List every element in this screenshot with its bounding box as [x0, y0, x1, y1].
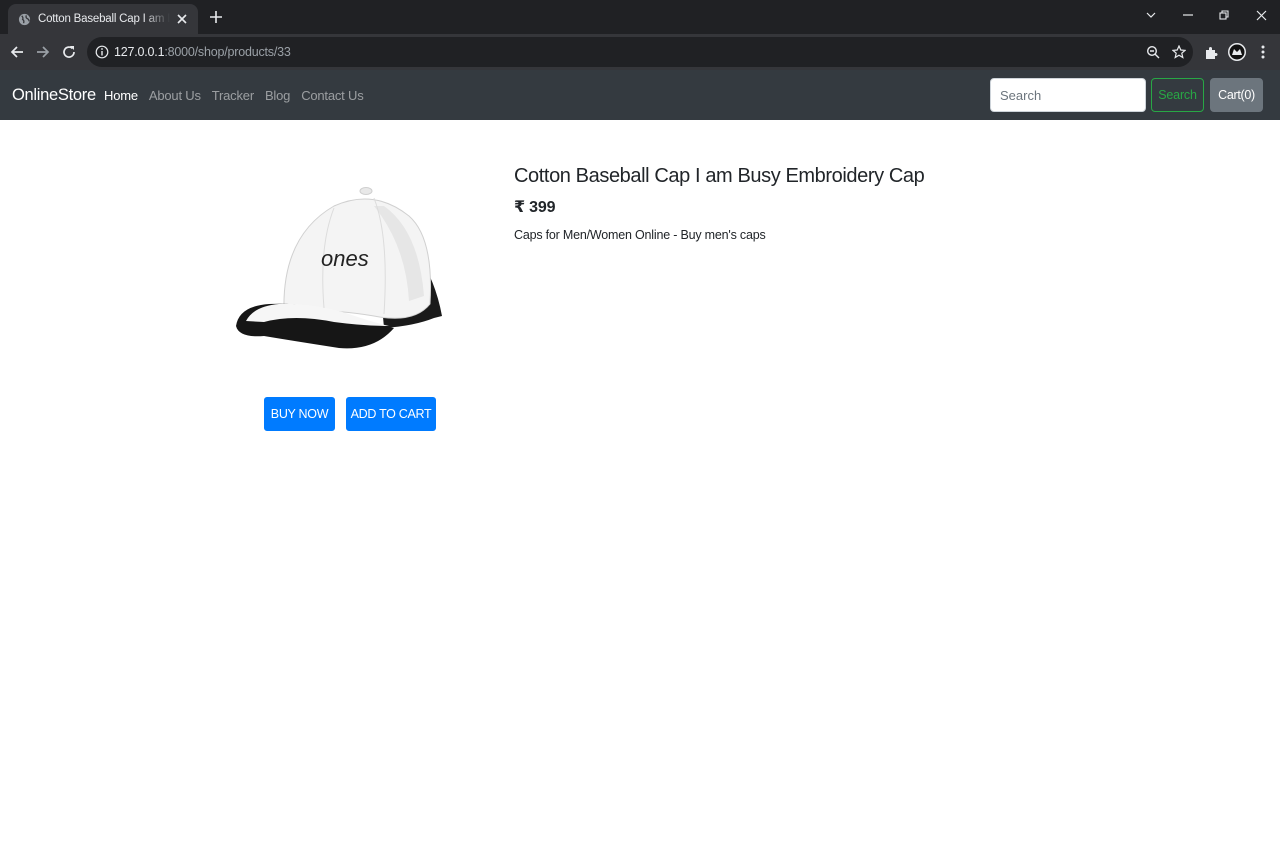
nav-link-contact[interactable]: Contact Us	[301, 88, 364, 103]
browser-tab[interactable]: Cotton Baseball Cap I am Busy Embroidery…	[8, 4, 198, 34]
product-image: ones	[224, 176, 454, 361]
site-info-icon[interactable]	[95, 45, 109, 59]
buy-now-button[interactable]: BUY NOW	[264, 397, 335, 431]
nav-link-about[interactable]: About Us	[149, 88, 201, 103]
product-description: Caps for Men/Women Online - Buy men's ca…	[514, 228, 766, 242]
nav-link-blog[interactable]: Blog	[265, 88, 290, 103]
reload-icon[interactable]	[57, 40, 81, 64]
browser-tabstrip: Cotton Baseball Cap I am Busy Embroidery…	[0, 0, 1280, 34]
globe-icon	[17, 12, 31, 26]
address-bar[interactable]: 127.0.0.1:8000/shop/products/33	[87, 37, 1193, 67]
cart-button[interactable]: Cart(0)	[1210, 78, 1263, 112]
back-icon[interactable]	[5, 40, 29, 64]
nav-links: Home About Us Tracker Blog Contact Us	[104, 88, 375, 103]
tab-title: Cotton Baseball Cap I am Busy Embroidery…	[38, 13, 170, 25]
tab-search-icon[interactable]	[1133, 3, 1169, 27]
cap-logo-text: ones	[321, 246, 369, 271]
new-tab-icon[interactable]	[205, 7, 227, 27]
nav-link-home[interactable]: Home	[104, 88, 138, 103]
zoom-icon[interactable]	[1145, 44, 1161, 60]
profile-avatar[interactable]	[1228, 43, 1246, 61]
close-tab-icon[interactable]	[174, 11, 190, 27]
minimize-icon[interactable]	[1170, 3, 1206, 27]
product-title: Cotton Baseball Cap I am Busy Embroidery…	[514, 165, 925, 187]
url-path: :8000/shop/products/33	[164, 45, 291, 59]
close-window-icon[interactable]	[1243, 3, 1279, 27]
search-input[interactable]	[990, 78, 1146, 112]
menu-dots-icon[interactable]	[1254, 43, 1272, 61]
search-button[interactable]: Search	[1151, 78, 1204, 112]
brand-logo[interactable]: OnlineStore	[12, 86, 96, 105]
url-host: 127.0.0.1	[114, 45, 165, 59]
site-navbar: OnlineStore Home About Us Tracker Blog C…	[0, 70, 1280, 120]
product-price: ₹ 399	[514, 199, 556, 216]
browser-toolbar: 127.0.0.1:8000/shop/products/33	[0, 34, 1280, 70]
add-to-cart-button[interactable]: ADD TO CART	[346, 397, 436, 431]
extensions-icon[interactable]	[1202, 43, 1220, 61]
bookmark-star-icon[interactable]	[1171, 44, 1187, 60]
nav-link-tracker[interactable]: Tracker	[212, 88, 254, 103]
restore-icon[interactable]	[1206, 3, 1242, 27]
forward-icon[interactable]	[31, 40, 55, 64]
url-text: 127.0.0.1:8000/shop/products/33	[114, 45, 291, 59]
